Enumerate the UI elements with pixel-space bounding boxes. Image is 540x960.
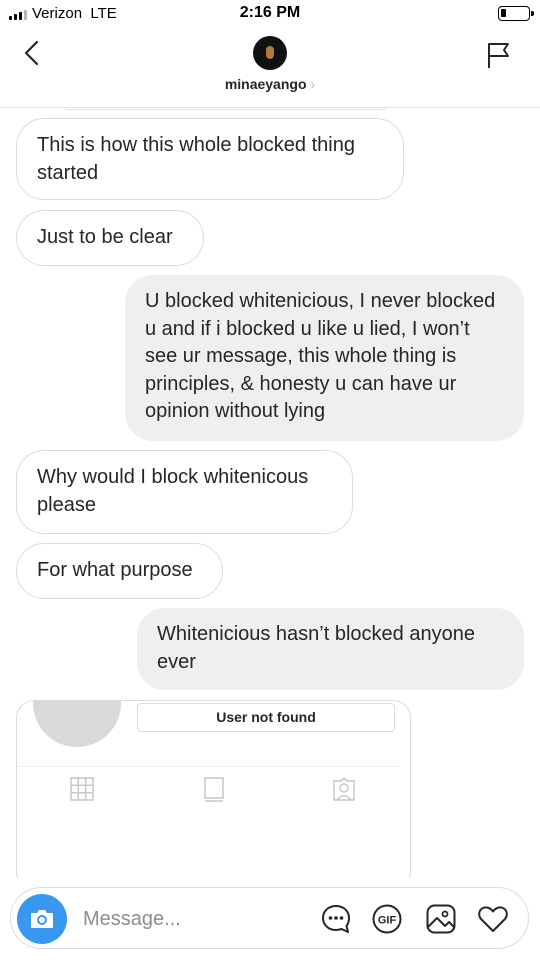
previous-bubble-edge — [60, 108, 390, 110]
igtv-icon[interactable] — [201, 776, 227, 802]
conversation-header: minaeyango › — [0, 28, 540, 108]
flag-icon[interactable] — [484, 40, 514, 70]
received-message[interactable]: Why would I block whitenicous please — [16, 450, 353, 534]
chevron-right-icon: › — [310, 76, 316, 92]
camera-icon — [31, 910, 53, 928]
received-message[interactable]: For what purpose — [16, 543, 223, 599]
profile-avatar — [33, 701, 121, 747]
back-chevron-icon[interactable] — [18, 38, 48, 68]
tagged-icon[interactable] — [331, 776, 357, 802]
sent-message[interactable]: Whitenicious hasn’t blocked anyone ever — [137, 608, 524, 690]
more-icon[interactable] — [320, 903, 352, 935]
status-time: 2:16 PM — [239, 4, 301, 21]
message-thread[interactable]: This is how this whole blocked thing sta… — [0, 108, 540, 878]
username: minaeyango — [224, 76, 307, 92]
svg-text:GIF: GIF — [378, 915, 397, 927]
photo-icon[interactable] — [425, 903, 457, 935]
grid-icon[interactable] — [69, 776, 95, 802]
gif-icon[interactable]: GIF — [371, 903, 403, 935]
shared-profile-card[interactable]: User not found — [16, 700, 411, 878]
received-message[interactable]: This is how this whole blocked thing sta… — [16, 118, 404, 200]
received-message[interactable]: Just to be clear — [16, 210, 204, 266]
user-not-found-button[interactable]: User not found — [137, 703, 395, 732]
message-input[interactable] — [83, 900, 313, 938]
battery-icon — [498, 6, 534, 21]
heart-icon[interactable] — [477, 903, 509, 935]
camera-button[interactable] — [17, 894, 67, 944]
avatar[interactable] — [253, 36, 287, 70]
username-link[interactable]: minaeyango › — [0, 76, 540, 92]
sent-message[interactable]: U blocked whitenicious, I never blocked … — [125, 275, 524, 441]
divider — [17, 766, 400, 767]
message-composer: GIF — [10, 887, 529, 949]
status-bar: Verizon LTE 2:16 PM — [0, 0, 540, 28]
